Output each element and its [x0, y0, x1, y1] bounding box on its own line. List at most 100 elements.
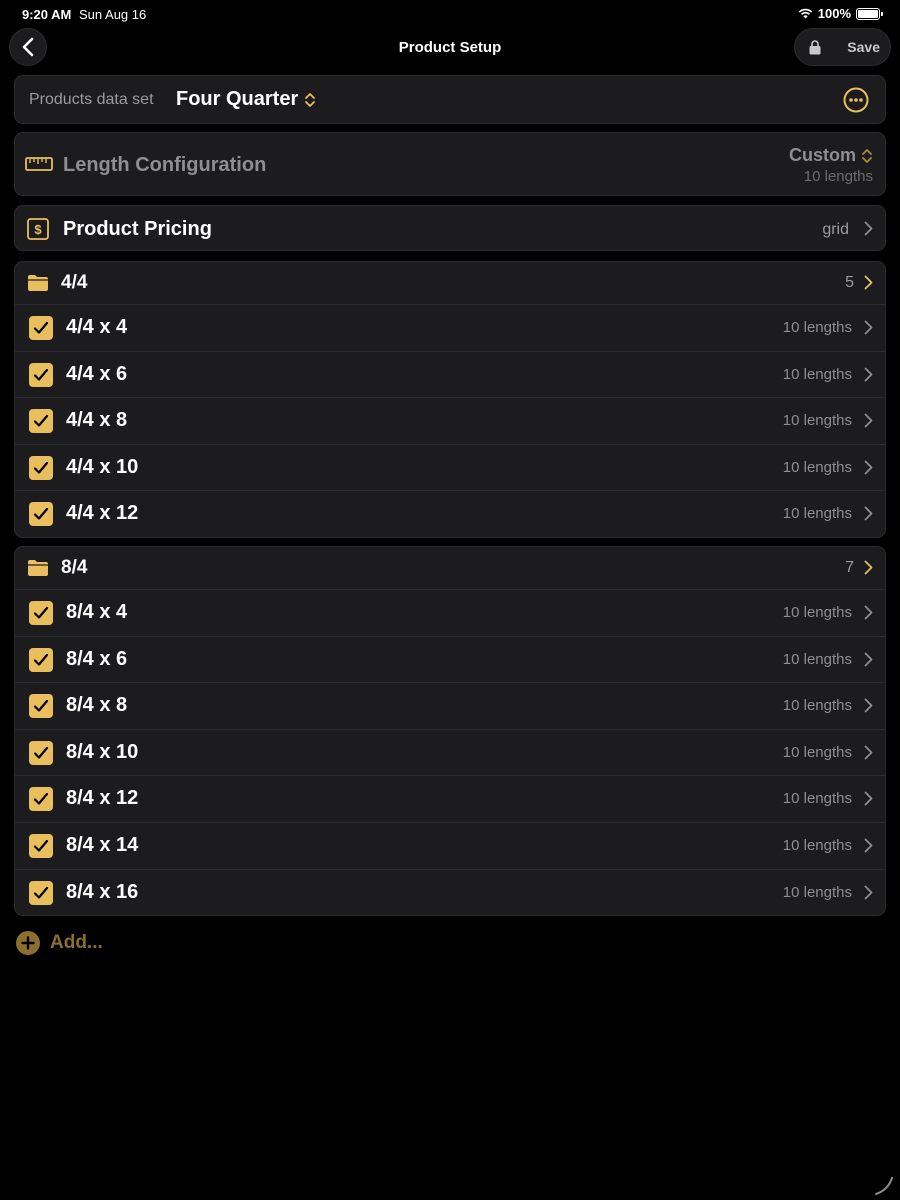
item-label: 8/4 x 16: [66, 880, 139, 903]
chevron-right-icon: [864, 838, 873, 853]
group-4-4: 4/4 5 4/4 x 4 10 lengths 4/4 x 6 10 leng…: [14, 261, 886, 538]
product-pricing-row[interactable]: $ Product Pricing grid: [14, 205, 886, 251]
chevron-right-icon: [864, 698, 873, 713]
group-count: 7: [845, 559, 854, 576]
checkmark-icon: [33, 886, 49, 899]
save-button[interactable]: Save: [794, 28, 891, 66]
item-detail: 10 lengths: [782, 836, 852, 854]
status-bar: 9:20 AM Sun Aug 16 100%: [0, 0, 900, 28]
length-configuration-picker[interactable]: Custom: [789, 145, 873, 166]
item-label: 4/4 x 8: [66, 409, 128, 432]
list-item[interactable]: 4/4 x 8 10 lengths: [15, 397, 885, 444]
item-detail: 10 lengths: [782, 458, 852, 476]
item-detail: 10 lengths: [782, 883, 852, 901]
battery-icon: [856, 7, 883, 20]
group-count: 5: [845, 274, 854, 291]
item-checkbox[interactable]: [29, 316, 53, 340]
dataset-card: Products data set Four Quarter: [14, 75, 886, 124]
item-label: 8/4 x 4: [66, 601, 128, 623]
more-icon[interactable]: [843, 87, 869, 113]
chevron-right-icon: [864, 791, 873, 806]
chevron-right-icon: [864, 506, 873, 521]
list-item[interactable]: 8/4 x 12 10 lengths: [15, 775, 885, 822]
list-item[interactable]: 8/4 x 8 10 lengths: [15, 682, 885, 729]
item-checkbox[interactable]: [29, 409, 53, 434]
group-header[interactable]: 4/4 5: [15, 262, 885, 304]
item-label: 4/4 x 4: [66, 316, 128, 338]
group-title: 4/4: [61, 272, 88, 293]
wifi-icon: [798, 8, 813, 19]
checkmark-icon: [33, 839, 49, 852]
list-item[interactable]: 4/4 x 6 10 lengths: [15, 350, 885, 398]
item-label: 4/4 x 10: [66, 455, 139, 478]
item-detail: 10 lengths: [782, 505, 852, 523]
page-title: Product Setup: [398, 39, 502, 56]
chevron-right-icon: [864, 560, 873, 575]
battery-percent: 100%: [817, 6, 851, 21]
list-item[interactable]: 8/4 x 14 10 lengths: [15, 821, 885, 869]
item-checkbox[interactable]: [29, 740, 53, 765]
length-configuration-sub: 10 lengths: [803, 168, 873, 185]
list-item[interactable]: 8/4 x 16 10 lengths: [15, 868, 885, 916]
list-item[interactable]: 4/4 x 4 10 lengths: [15, 304, 885, 351]
chevron-right-icon: [864, 320, 873, 335]
item-checkbox[interactable]: [29, 833, 53, 858]
list-item[interactable]: 8/4 x 6 10 lengths: [15, 635, 885, 683]
item-detail: 10 lengths: [782, 412, 852, 430]
item-checkbox[interactable]: [29, 455, 53, 480]
dataset-value: Four Quarter: [176, 88, 299, 110]
checkmark-icon: [33, 461, 49, 474]
updown-chevron-icon: [862, 148, 872, 163]
status-indicators: 100%: [798, 6, 883, 21]
folder-icon: [28, 275, 48, 291]
item-label: 4/4 x 6: [66, 362, 128, 385]
checkmark-icon: [33, 746, 49, 759]
item-checkbox[interactable]: [29, 362, 53, 387]
item-checkbox[interactable]: [29, 880, 53, 905]
dataset-picker[interactable]: Four Quarter: [176, 88, 316, 111]
item-checkbox[interactable]: [29, 647, 53, 672]
item-detail: 10 lengths: [782, 365, 852, 383]
dataset-label: Products data set: [29, 91, 154, 108]
svg-text:$: $: [34, 222, 42, 237]
chevron-right-icon: [864, 367, 873, 381]
item-checkbox[interactable]: [29, 694, 53, 719]
add-label: Add...: [50, 932, 103, 953]
checkmark-icon: [33, 606, 49, 619]
item-detail: 10 lengths: [782, 604, 852, 621]
status-time: 9:20 AM: [22, 7, 72, 22]
resize-handle-icon: [875, 1177, 893, 1195]
item-detail: 10 lengths: [782, 790, 852, 808]
chevron-right-icon: [864, 460, 873, 475]
list-item[interactable]: 8/4 x 10 10 lengths: [15, 728, 885, 776]
group-header[interactable]: 8/4 7: [15, 547, 885, 589]
chevron-right-icon: [864, 652, 873, 666]
updown-chevron-icon: [305, 92, 316, 107]
item-checkbox[interactable]: [29, 502, 53, 527]
item-label: 8/4 x 14: [66, 833, 139, 856]
folder-icon: [28, 560, 48, 576]
item-checkbox[interactable]: [29, 787, 53, 812]
product-pricing-value: grid: [822, 221, 849, 238]
item-detail: 10 lengths: [782, 743, 852, 761]
plus-circle-icon: [16, 931, 40, 955]
chevron-right-icon: [864, 885, 873, 899]
list-item[interactable]: 4/4 x 10 10 lengths: [15, 443, 885, 491]
list-item[interactable]: 8/4 x 4 10 lengths: [15, 589, 885, 636]
lock-icon: [809, 39, 821, 54]
group-title: 8/4: [61, 557, 88, 578]
item-detail: 10 lengths: [782, 319, 852, 336]
checkmark-icon: [33, 368, 49, 381]
item-label: 8/4 x 8: [66, 694, 128, 717]
chevron-right-icon: [864, 745, 873, 760]
item-label: 4/4 x 12: [66, 502, 139, 525]
add-button[interactable]: Add...: [16, 931, 103, 955]
ruler-icon: [25, 157, 53, 171]
checkmark-icon: [33, 321, 49, 334]
length-configuration-label: Length Configuration: [63, 154, 267, 176]
length-configuration-row[interactable]: Length Configuration Custom 10 lengths: [14, 132, 886, 196]
item-checkbox[interactable]: [29, 601, 53, 625]
list-item[interactable]: 4/4 x 12 10 lengths: [15, 490, 885, 537]
checkmark-icon: [33, 700, 49, 712]
dollar-icon: $: [27, 218, 49, 240]
